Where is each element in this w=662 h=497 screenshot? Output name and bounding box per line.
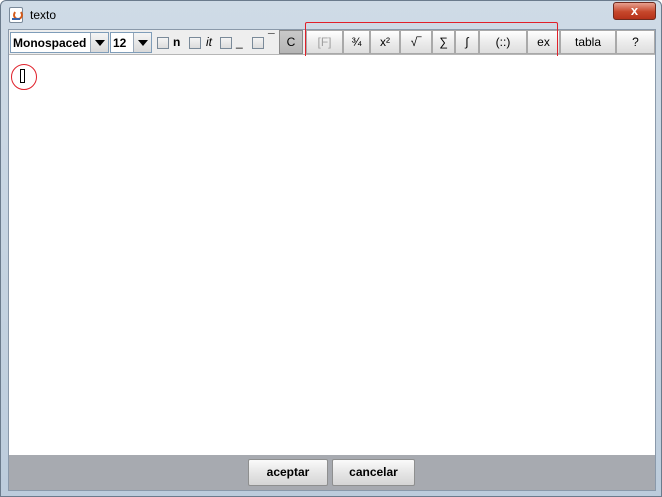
dialog-footer: aceptar cancelar bbox=[9, 455, 655, 490]
exponent-button[interactable]: ex bbox=[527, 30, 560, 54]
table-button[interactable]: tabla bbox=[560, 30, 616, 54]
formatting-toolbar: Monospaced 12 n it _ ¯ C [F] ¾ x² √‾ ∑ ∫… bbox=[9, 22, 655, 64]
overline-checkbox[interactable] bbox=[252, 37, 264, 49]
italic-checkbox-label: it bbox=[206, 35, 212, 49]
text-editor-area[interactable] bbox=[9, 56, 655, 455]
close-button[interactable]: x bbox=[613, 2, 656, 20]
window-title: texto bbox=[30, 8, 57, 22]
cancel-button[interactable]: cancelar bbox=[332, 459, 415, 486]
font-family-value: Monospaced bbox=[13, 36, 87, 50]
bold-checkbox[interactable] bbox=[157, 37, 169, 49]
dialog-window: texto x Monospaced 12 n it _ ¯ C [F] ¾ x bbox=[0, 0, 662, 497]
font-size-select[interactable]: 12 bbox=[110, 32, 152, 53]
java-app-icon bbox=[9, 7, 23, 23]
fraction-button[interactable]: ¾ bbox=[343, 30, 370, 54]
font-family-select[interactable]: Monospaced bbox=[10, 32, 109, 53]
matrix-button[interactable]: (::) bbox=[479, 30, 527, 54]
underline-checkbox[interactable] bbox=[220, 37, 232, 49]
chevron-down-icon[interactable] bbox=[133, 33, 151, 52]
overline-checkbox-label: ¯ bbox=[268, 31, 275, 45]
help-button[interactable]: ? bbox=[616, 30, 655, 54]
integral-button[interactable]: ∫ bbox=[455, 30, 479, 54]
title-bar[interactable]: texto x bbox=[1, 1, 661, 29]
dialog-content: Monospaced 12 n it _ ¯ C [F] ¾ x² √‾ ∑ ∫… bbox=[8, 22, 656, 491]
summation-button[interactable]: ∑ bbox=[432, 30, 455, 54]
function-button[interactable]: [F] bbox=[306, 30, 343, 54]
square-root-button[interactable]: √‾ bbox=[400, 30, 432, 54]
underline-checkbox-label: _ bbox=[236, 35, 243, 49]
italic-checkbox[interactable] bbox=[189, 37, 201, 49]
accept-button[interactable]: aceptar bbox=[248, 459, 328, 486]
bold-checkbox-label: n bbox=[173, 35, 181, 49]
c-button[interactable]: C bbox=[279, 30, 303, 54]
font-size-value: 12 bbox=[113, 36, 127, 50]
text-caret bbox=[20, 69, 25, 83]
chevron-down-icon[interactable] bbox=[90, 33, 108, 52]
superscript-button[interactable]: x² bbox=[370, 30, 400, 54]
